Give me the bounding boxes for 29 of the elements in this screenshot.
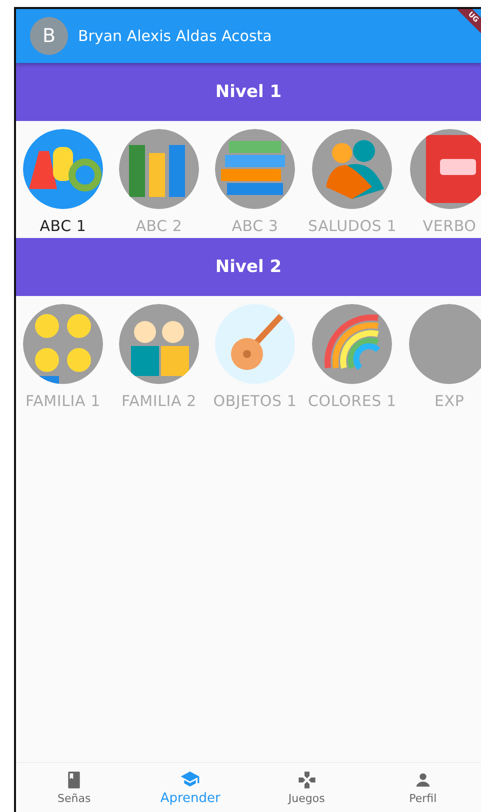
family-icon[interactable] [23, 304, 103, 384]
guitar-icon[interactable] [215, 304, 295, 384]
people-icon[interactable] [312, 129, 392, 209]
grandparents-icon[interactable] [119, 304, 199, 384]
lesson-label: OBJETOS 1 [213, 392, 297, 410]
nav-tab[interactable]: Juegos [248, 763, 365, 812]
lesson-image-icon[interactable] [409, 304, 481, 384]
nav-tab[interactable]: Aprender [132, 763, 248, 812]
lesson-label: FAMILIA 1 [26, 392, 100, 410]
dictionary-book-icon[interactable] [410, 129, 481, 209]
lesson-label: COLORES 1 [308, 392, 396, 410]
gamepad-icon [296, 770, 317, 790]
lesson-label: ABC 3 [232, 217, 278, 235]
lesson-label: ABC 2 [136, 217, 182, 235]
book-stack-icon[interactable] [215, 129, 295, 209]
lesson-label: VERBO [422, 217, 476, 235]
graduation-cap-icon [180, 769, 200, 789]
user-name: Bryan Alexis Aldas Acosta [78, 27, 272, 45]
lesson-label: EXP [434, 392, 464, 410]
lesson-label: FAMILIA 2 [122, 392, 196, 410]
user-avatar[interactable]: B [30, 17, 68, 55]
level-header: Nivel 1 [16, 63, 481, 121]
books-icon[interactable] [119, 129, 199, 209]
nav-tab[interactable]: Señas [16, 763, 132, 812]
lesson-label: ABC 1 [40, 217, 86, 235]
nav-tab[interactable]: Perfil [364, 763, 481, 812]
rainbow-icon[interactable] [312, 304, 392, 384]
lesson-label: SALUDOS 1 [308, 217, 397, 235]
level-header: Nivel 2 [16, 238, 481, 296]
